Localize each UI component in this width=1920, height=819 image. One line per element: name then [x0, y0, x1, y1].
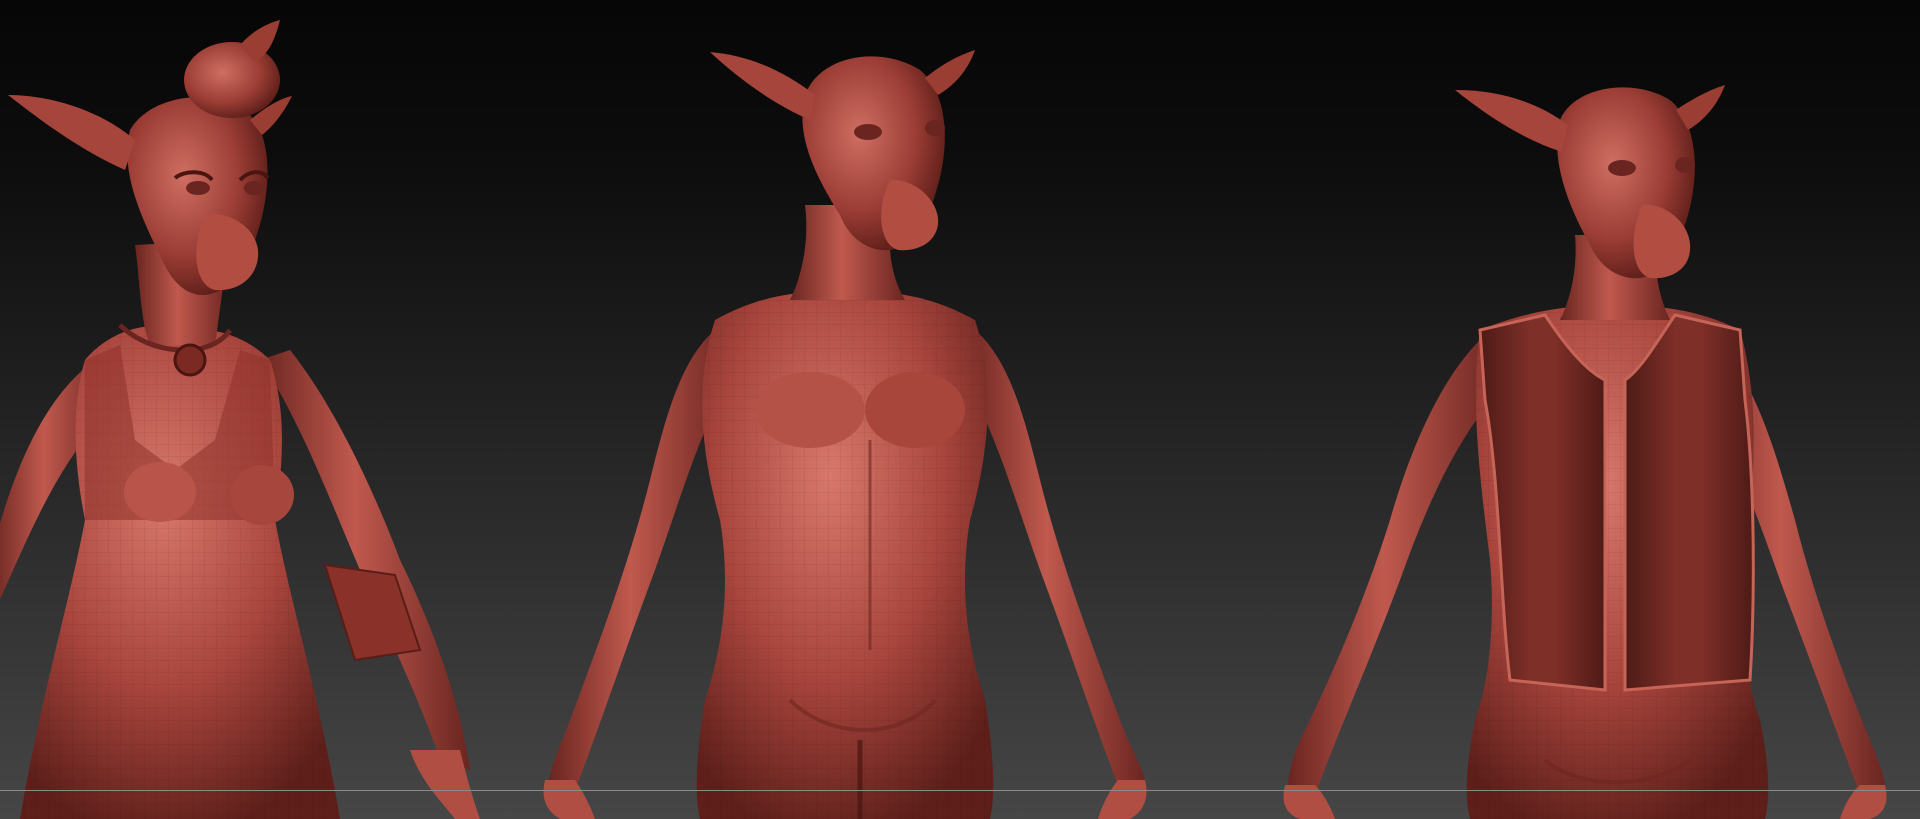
female-goat-figure[interactable]	[0, 20, 480, 819]
floor-grid-line	[0, 790, 1920, 791]
vested-goat-figure[interactable]	[1283, 85, 1887, 819]
sculpt-viewport[interactable]	[0, 0, 1920, 819]
nude-goat-figure[interactable]	[543, 50, 1147, 819]
render-canvas	[0, 20, 1887, 819]
